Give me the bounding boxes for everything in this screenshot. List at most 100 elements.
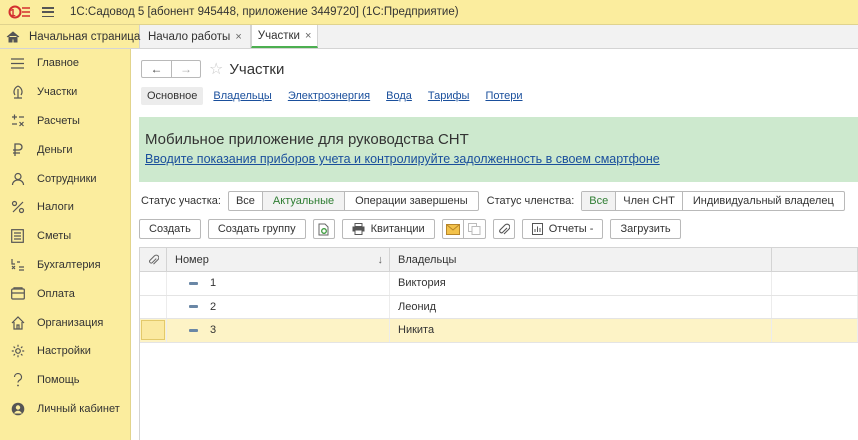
sidebar-item-help[interactable]: Помощь — [0, 366, 130, 395]
banner-link[interactable]: Вводите показания приборов учета и контр… — [145, 152, 852, 166]
attach-button[interactable] — [492, 219, 515, 239]
plot-status-completed[interactable]: Операции завершены — [344, 192, 478, 210]
paperclip-icon — [498, 223, 510, 234]
link-owners[interactable]: Владельцы — [213, 90, 271, 102]
membership-status-switch: Все Член СНТ Индивидуальный владелец — [581, 191, 845, 211]
membership-member[interactable]: Член СНТ — [615, 192, 682, 210]
sidebar-item-account[interactable]: Личный кабинет — [0, 395, 130, 424]
tab-bar: Начальная страница Начало работы × Участ… — [0, 25, 858, 49]
plot-status-actual[interactable]: Актуальные — [261, 192, 345, 210]
tab-home-label: Начальная страница — [29, 30, 141, 43]
create-button[interactable]: Создать — [139, 219, 201, 239]
column-header-label: Номер — [175, 253, 209, 266]
close-icon[interactable]: × — [235, 31, 241, 43]
sidebar-item-estimates[interactable]: Сметы — [0, 222, 130, 251]
sidebar-item-employees[interactable]: Сотрудники — [0, 164, 130, 193]
sidebar-item-taxes[interactable]: Налоги — [0, 193, 130, 222]
sidebar-item-plots[interactable]: Участки — [0, 78, 130, 107]
selection-marker — [141, 320, 165, 341]
sidebar-item-payment[interactable]: Оплата — [0, 279, 130, 308]
forward-arrow-icon[interactable]: → — [171, 61, 200, 77]
link-water[interactable]: Вода — [386, 90, 412, 102]
cell-owner: Леонид — [390, 295, 772, 318]
paperclip-icon — [148, 254, 159, 264]
table-row[interactable]: 1 Виктория — [140, 272, 858, 296]
sidebar-item-label: Организация — [37, 316, 104, 329]
reports-label: Отчеты - — [548, 223, 594, 235]
tab-plots[interactable]: Участки × — [250, 25, 319, 48]
menu-icon — [10, 56, 25, 71]
tab-start-work[interactable]: Начало работы × — [140, 25, 251, 48]
attachment-column-header[interactable] — [140, 247, 167, 272]
table-row[interactable]: 2 Леонид — [140, 295, 858, 319]
link-losses[interactable]: Потери — [485, 90, 522, 102]
column-header-empty — [772, 247, 858, 272]
settings-icon — [10, 344, 25, 359]
cell-owner: Никита — [390, 319, 772, 342]
sidebar-item-calculations[interactable]: Расчеты — [0, 107, 130, 136]
membership-individual[interactable]: Индивидуальный владелец — [681, 192, 844, 210]
column-header-label: Владельцы — [398, 253, 457, 266]
sidebar-item-label: Участки — [37, 86, 78, 99]
sidebar-item-label: Помощь — [37, 374, 80, 387]
sidebar-item-main[interactable]: Главное — [0, 49, 130, 78]
payment-icon — [10, 286, 25, 301]
table-row-selected[interactable]: 3 Никита — [140, 319, 858, 343]
refresh-document-button[interactable] — [312, 219, 335, 239]
calc-icon — [10, 113, 25, 128]
plot-status-all[interactable]: Все — [229, 192, 262, 210]
plots-icon — [10, 85, 25, 100]
help-icon — [10, 373, 25, 388]
load-button[interactable]: Загрузить — [610, 219, 681, 239]
column-header-number[interactable]: Номер ↓ — [167, 247, 390, 272]
cell-owner-text: Виктория — [398, 277, 446, 290]
sidebar-item-settings[interactable]: Настройки — [0, 337, 130, 366]
cell-number: 1 — [167, 272, 390, 295]
table-header: Номер ↓ Владельцы — [140, 247, 858, 272]
row-marker — [140, 319, 167, 342]
sidebar-item-label: Сметы — [37, 230, 72, 243]
link-main[interactable]: Основное — [141, 87, 204, 105]
sidebar-item-label: Сотрудники — [37, 172, 97, 185]
sidebar-item-label: Деньги — [37, 143, 73, 156]
sidebar-item-label: Настройки — [37, 345, 91, 358]
tab-home[interactable]: Начальная страница — [0, 25, 140, 48]
mobile-app-banner: Мобильное приложение для руководства СНТ… — [139, 117, 858, 182]
svg-text:1: 1 — [10, 8, 16, 19]
sidebar-item-organization[interactable]: Организация — [0, 308, 130, 337]
sidebar-item-accounting[interactable]: Бухгалтерия — [0, 251, 130, 280]
back-arrow-icon[interactable]: ← — [142, 61, 171, 77]
item-dash-icon — [189, 328, 198, 332]
column-header-owners[interactable]: Владельцы — [390, 247, 772, 272]
item-dash-icon — [189, 281, 198, 285]
copy-button[interactable] — [463, 219, 486, 239]
reports-button[interactable]: Отчеты - — [521, 219, 604, 239]
membership-all[interactable]: Все — [582, 192, 616, 210]
favorite-star-icon[interactable]: ☆ — [209, 59, 223, 79]
ruble-icon — [10, 142, 25, 157]
1c-logo-icon: 1 — [6, 5, 32, 19]
receipts-button[interactable]: Квитанции — [341, 219, 435, 239]
sidebar-item-money[interactable]: Деньги — [0, 135, 130, 164]
cell-number-text: 1 — [210, 277, 217, 290]
link-tariffs[interactable]: Тарифы — [428, 90, 470, 102]
link-electricity[interactable]: Электроэнергия — [288, 90, 370, 102]
title-bar: 1 1С:Садовод 5 [абонент 945448, приложен… — [0, 0, 858, 25]
tab-label: Начало работы — [148, 30, 231, 43]
cell-number-text: 3 — [210, 324, 217, 337]
envelope-button[interactable] — [441, 219, 464, 239]
sidebar-item-label: Расчеты — [37, 114, 80, 127]
page-header: ← → ☆ Участки — [141, 59, 284, 79]
person-icon — [10, 171, 25, 186]
plot-status-label: Статус участка: — [141, 195, 221, 207]
cell-number-text: 2 — [210, 300, 217, 313]
main-menu-icon[interactable] — [42, 7, 54, 17]
command-bar: Создать Создать группу Квитанции Отчеты … — [139, 219, 688, 239]
close-icon[interactable]: × — [305, 30, 311, 42]
main-content: ← → ☆ Участки Основное Владельцы Электро… — [131, 49, 858, 440]
sidebar-item-label: Бухгалтерия — [37, 258, 101, 271]
create-group-button[interactable]: Создать группу — [207, 219, 306, 239]
membership-status-label: Статус членства: — [486, 195, 575, 207]
plot-status-switch: Все Актуальные Операции завершены — [227, 191, 479, 211]
banner-title: Мобильное приложение для руководства СНТ — [145, 131, 469, 148]
